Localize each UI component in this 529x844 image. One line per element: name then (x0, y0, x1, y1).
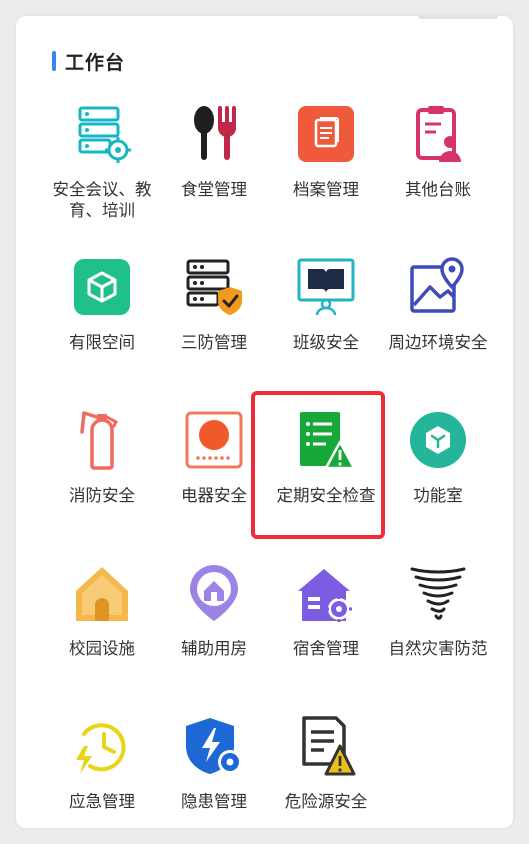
tile-label: 有限空间 (69, 333, 135, 352)
tile-label: 周边环境安全 (388, 333, 488, 352)
appliance-icon (185, 411, 243, 469)
house-gear-icon (298, 569, 352, 622)
tile-label: 食堂管理 (181, 180, 247, 199)
clipboard-user-icon (416, 106, 461, 162)
map-pin-icon (410, 257, 464, 313)
highlight-box (251, 391, 385, 539)
spoon-fork-icon (194, 106, 236, 160)
tile-label: 校园设施 (69, 639, 135, 658)
database-gear-icon (78, 106, 131, 163)
tile-label: 宿舍管理 (293, 639, 359, 658)
fire-extinguisher-icon (80, 411, 118, 470)
tile-label: 班级安全 (293, 333, 359, 352)
document-warning-icon (302, 716, 356, 776)
tile-label: 其他台账 (405, 180, 471, 199)
house-icon (76, 567, 128, 621)
shield-bolt-gear-icon (186, 718, 242, 774)
tile-label: 隐患管理 (181, 792, 247, 811)
server-shield-icon (186, 259, 242, 315)
archive-doc-icon (298, 106, 354, 162)
tornado-icon (410, 567, 466, 620)
tile-label: 档案管理 (293, 180, 359, 199)
tile-label: 功能室 (413, 486, 463, 505)
tile-label: 自然灾害防范 (388, 639, 488, 658)
clock-bolt-icon (76, 723, 126, 774)
cube-icon (74, 259, 130, 315)
tile-label: 应急管理 (69, 792, 135, 811)
tile-label: 辅助用房 (181, 639, 247, 658)
book-reader-icon (297, 258, 355, 316)
hex-cube-icon (410, 412, 466, 468)
tile-label: 消防安全 (69, 486, 135, 505)
tile-label: 安全会议、教育、培训 (52, 180, 152, 220)
tile-label: 三防管理 (181, 333, 247, 352)
house-pin-icon (190, 565, 238, 621)
tile-label: 危险源安全 (284, 792, 368, 811)
workbench-card: 工作台 安全会议、教育、培训 食堂管理 档案管理 其他台账 有限空间 三防管理 … (16, 16, 513, 828)
